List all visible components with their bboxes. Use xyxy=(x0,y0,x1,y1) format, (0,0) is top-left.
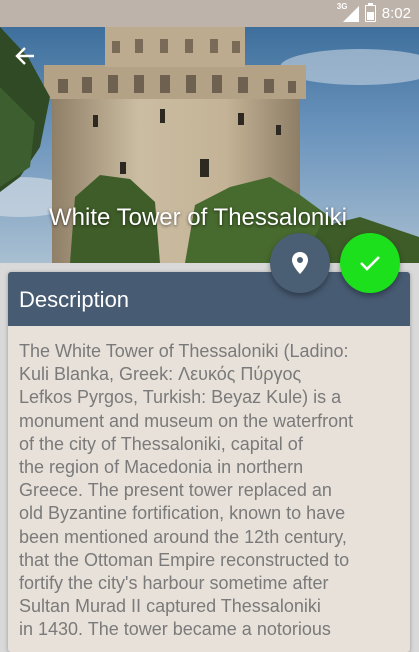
description-line: Sultan Murad II captured Thessaloniki xyxy=(19,596,321,617)
description-text[interactable]: The White Tower of Thessaloniki (Ladino:… xyxy=(8,326,410,642)
description-line: of the city of Thessaloniki, capital of xyxy=(19,433,303,454)
status-bar: 3G 8:02 xyxy=(0,0,419,27)
description-line: been mentioned around the 12th century, xyxy=(19,526,347,547)
battery-icon xyxy=(364,3,376,22)
back-button[interactable] xyxy=(14,45,44,71)
description-line: old Byzantine fortification, known to ha… xyxy=(19,503,346,524)
description-card: Description The White Tower of Thessalon… xyxy=(8,272,410,652)
place-title: White Tower of Thessaloniki xyxy=(49,204,347,231)
description-line: in 1430. The tower became a notorious xyxy=(19,619,331,640)
description-line: fortify the city's harbour sometime afte… xyxy=(19,573,329,594)
description-line: the region of Macedonia in northern xyxy=(19,457,304,478)
map-location-button[interactable] xyxy=(270,233,330,293)
description-line: Lefkos Pyrgos, Turkish: Beyaz Kule) is a xyxy=(19,387,342,408)
description-line: Greece. The present tower replaced an xyxy=(19,480,332,501)
signal-icon: 3G xyxy=(337,2,359,22)
status-icons: 3G 8:02 xyxy=(337,2,411,22)
description-line: monument and museum on the waterfront xyxy=(19,410,354,431)
hero-image: White Tower of Thessaloniki xyxy=(0,27,419,263)
description-line: The White Tower of Thessaloniki (Ladino: xyxy=(19,341,349,361)
location-pin-icon xyxy=(292,252,308,274)
status-time: 8:02 xyxy=(381,5,411,22)
arrow-back-icon xyxy=(15,47,34,65)
description-line: Kuli Blanka, Greek: Λευκός Πύργος xyxy=(19,364,302,385)
description-line: that the Ottoman Empire reconstructed to xyxy=(19,549,350,570)
mark-visited-button[interactable] xyxy=(340,233,400,293)
check-icon xyxy=(360,256,380,271)
